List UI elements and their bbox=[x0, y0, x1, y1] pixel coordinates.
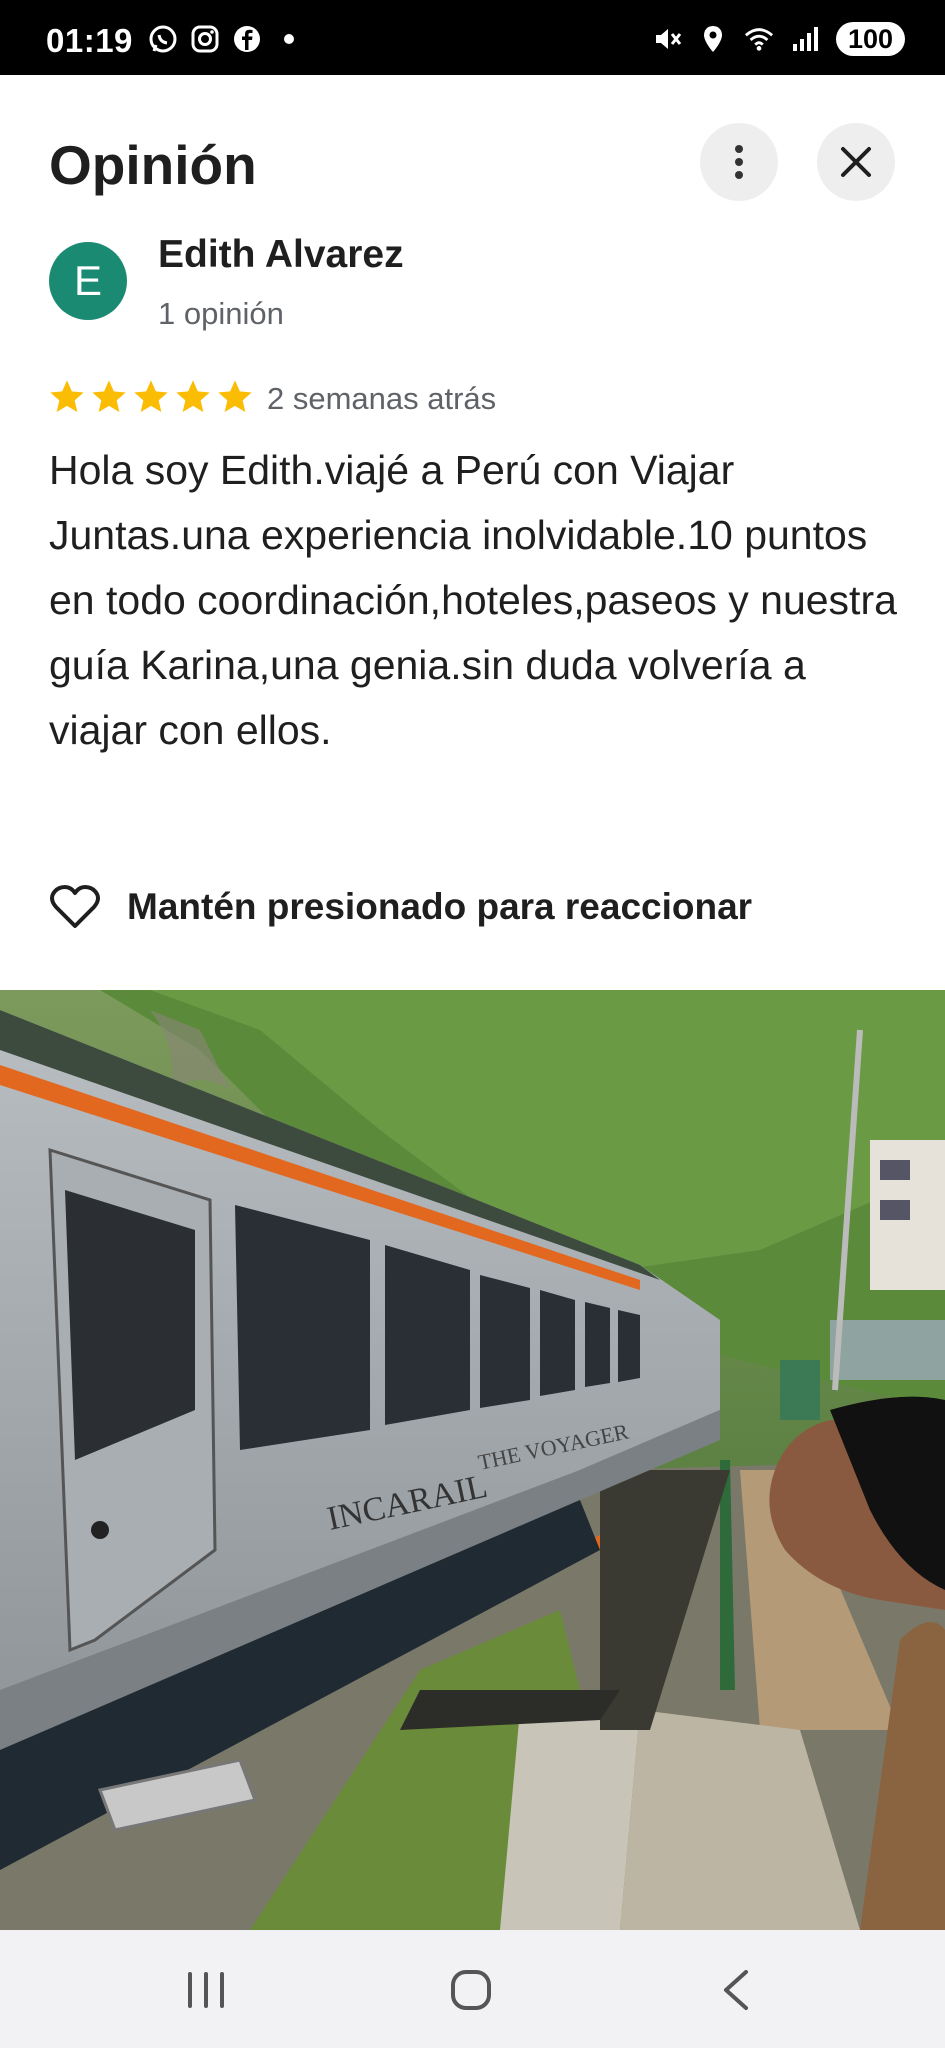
system-icons: 100 bbox=[652, 22, 905, 56]
react-button[interactable]: Mantén presionado para reaccionar bbox=[49, 884, 752, 930]
close-icon bbox=[841, 147, 871, 177]
more-options-button[interactable] bbox=[700, 123, 778, 201]
react-label: Mantén presionado para reaccionar bbox=[127, 886, 753, 927]
facebook-icon bbox=[232, 24, 262, 54]
review-text: Hola soy Edith.viajé a Perú con Viajar J… bbox=[49, 447, 897, 753]
home-button[interactable] bbox=[441, 1960, 501, 2020]
review-date: 2 semanas atrás bbox=[267, 381, 497, 416]
instagram-icon bbox=[190, 24, 220, 54]
status-time: 01:19 bbox=[46, 22, 133, 59]
star-icon bbox=[50, 380, 84, 412]
whatsapp-icon bbox=[148, 24, 178, 54]
recents-icon bbox=[188, 1972, 224, 2008]
heart-outline-icon bbox=[50, 885, 100, 928]
navigation-bar bbox=[0, 1930, 945, 2048]
avatar[interactable]: E bbox=[49, 242, 127, 320]
home-icon bbox=[451, 1970, 491, 2010]
recents-button[interactable] bbox=[176, 1960, 236, 2020]
wifi-icon bbox=[744, 24, 774, 54]
back-button[interactable] bbox=[706, 1960, 766, 2020]
signal-icon bbox=[790, 24, 820, 54]
battery-level: 100 bbox=[835, 22, 905, 56]
dot-icon bbox=[274, 24, 304, 54]
author-review-count: 1 opinión bbox=[158, 296, 284, 331]
star-icon bbox=[218, 380, 252, 412]
close-button[interactable] bbox=[817, 123, 895, 201]
back-icon bbox=[724, 1970, 748, 2010]
star-icon bbox=[92, 380, 126, 412]
train-photo-illustration: INCARAIL THE VOYAGER bbox=[0, 990, 945, 1930]
notification-icons bbox=[148, 24, 304, 54]
star-rating bbox=[47, 377, 255, 417]
location-icon bbox=[698, 24, 728, 54]
review-photo[interactable]: INCARAIL THE VOYAGER bbox=[0, 990, 945, 1930]
status-bar: 01:19 100 bbox=[0, 0, 945, 75]
author-name[interactable]: Edith Alvarez bbox=[158, 233, 404, 277]
page-title: Opinión bbox=[49, 134, 257, 196]
star-icon bbox=[134, 380, 168, 412]
more-vert-icon bbox=[735, 145, 743, 179]
star-icon bbox=[176, 380, 210, 412]
mute-icon bbox=[652, 24, 682, 54]
